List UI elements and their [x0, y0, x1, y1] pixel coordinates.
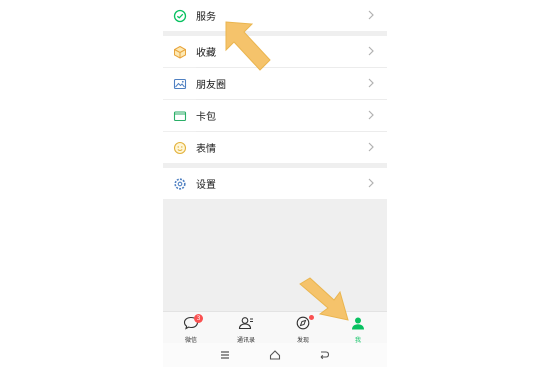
menu-label-settings: 设置	[196, 180, 216, 191]
system-nav-bar	[163, 343, 387, 367]
menu-label-stickers: 表情	[196, 144, 216, 155]
menu-item-moments[interactable]: 朋友圈	[163, 68, 387, 99]
menu-item-services[interactable]: 服务	[163, 0, 387, 31]
menu-item-cards[interactable]: 卡包	[163, 100, 387, 131]
stickers-icon	[172, 140, 188, 156]
services-icon	[172, 8, 188, 24]
menu-item-favorites[interactable]: 收藏	[163, 36, 387, 67]
chevron-right-icon	[368, 10, 374, 20]
annotation-arrow-icon	[225, 21, 271, 71]
menu-item-settings[interactable]: 设置	[163, 168, 387, 199]
menu-label-services: 服务	[196, 12, 216, 23]
menu-label-moments: 朋友圈	[196, 80, 226, 91]
chats-badge: 3	[194, 314, 203, 323]
tab-chats[interactable]: 3 微信	[171, 314, 211, 344]
menu-label-cards: 卡包	[196, 112, 216, 123]
annotation-arrow-icon	[299, 277, 349, 321]
back-icon[interactable]	[318, 349, 330, 361]
home-icon[interactable]	[269, 349, 281, 361]
settings-icon	[172, 176, 188, 192]
menu-label-favorites: 收藏	[196, 48, 216, 59]
tab-contacts[interactable]: 通讯录	[226, 315, 266, 344]
chevron-right-icon	[368, 78, 374, 88]
favorites-icon	[172, 44, 188, 60]
menu-icon[interactable]	[219, 349, 231, 361]
cards-icon	[172, 108, 188, 124]
menu-item-stickers[interactable]: 表情	[163, 132, 387, 163]
moments-icon	[172, 76, 188, 92]
contacts-icon	[238, 317, 253, 330]
chevron-right-icon	[368, 142, 374, 152]
chevron-right-icon	[368, 110, 374, 120]
chevron-right-icon	[368, 46, 374, 56]
chevron-right-icon	[368, 178, 374, 188]
